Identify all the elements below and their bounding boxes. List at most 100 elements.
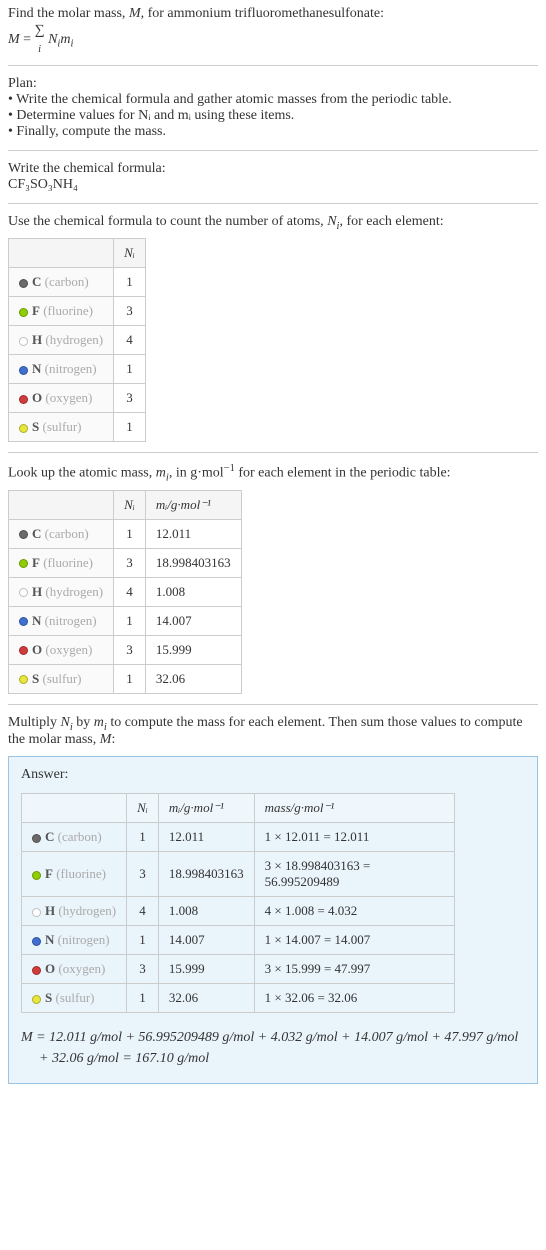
m-cell: 32.06 bbox=[145, 664, 241, 693]
element-cell: F (fluorine) bbox=[22, 852, 127, 897]
count-title: Use the chemical formula to count the nu… bbox=[8, 214, 538, 232]
table-row: F (fluorine)318.9984031633 × 18.99840316… bbox=[22, 852, 455, 897]
eq-equals: = bbox=[23, 32, 34, 47]
element-cell: O (oxygen) bbox=[22, 955, 127, 984]
intro-prefix: Find the molar mass, bbox=[8, 6, 129, 21]
plan-list: Write the chemical formula and gather at… bbox=[8, 92, 538, 140]
table-row: C (carbon)112.0111 × 12.011 = 12.011 bbox=[22, 823, 455, 852]
lookup-section: Look up the atomic mass, mi, in g·mol−1 … bbox=[8, 463, 538, 693]
n-cell: 3 bbox=[114, 635, 146, 664]
table-row: H (hydrogen)41.008 bbox=[9, 577, 242, 606]
n-cell: 1 bbox=[127, 823, 159, 852]
count-table: Nᵢ C (carbon)1F (fluorine)3H (hydrogen)4… bbox=[8, 238, 146, 442]
n-cell: 1 bbox=[114, 519, 146, 548]
divider bbox=[8, 150, 538, 151]
mult-prefix: Multiply bbox=[8, 715, 61, 730]
n-cell: 3 bbox=[114, 297, 146, 326]
mult-m: m bbox=[94, 715, 104, 730]
mult-colon: : bbox=[111, 732, 115, 747]
table-row: O (oxygen)315.9993 × 15.999 = 47.997 bbox=[22, 955, 455, 984]
header-ni: Nᵢ bbox=[114, 239, 146, 268]
formula-title: Write the chemical formula: bbox=[8, 161, 538, 177]
plan-title: Plan: bbox=[8, 76, 538, 92]
element-cell: F (fluorine) bbox=[9, 548, 114, 577]
table-row: N (nitrogen)114.0071 × 14.007 = 14.007 bbox=[22, 926, 455, 955]
count-var: N bbox=[327, 214, 336, 229]
header-mass: mass/g·mol⁻¹ bbox=[254, 794, 454, 823]
element-cell: H (hydrogen) bbox=[9, 577, 114, 606]
table-row: C (carbon)112.011 bbox=[9, 519, 242, 548]
formula-section: Write the chemical formula: CF₃SO₃NH₄ bbox=[8, 161, 538, 193]
n-cell: 4 bbox=[127, 897, 159, 926]
sum-equation: M = ∑ i Nimi bbox=[8, 24, 538, 55]
divider bbox=[8, 704, 538, 705]
count-title-prefix: Use the chemical formula to count the nu… bbox=[8, 214, 327, 229]
element-cell: N (nitrogen) bbox=[9, 355, 114, 384]
n-cell: 1 bbox=[114, 413, 146, 442]
element-cell: F (fluorine) bbox=[9, 297, 114, 326]
answer-label: Answer: bbox=[21, 767, 525, 783]
table-row: S (sulfur)132.061 × 32.06 = 32.06 bbox=[22, 984, 455, 1013]
element-cell: S (sulfur) bbox=[9, 664, 114, 693]
element-cell: H (hydrogen) bbox=[22, 897, 127, 926]
n-cell: 3 bbox=[127, 852, 159, 897]
header-mi: mᵢ/g·mol⁻¹ bbox=[145, 490, 241, 519]
lookup-title: Look up the atomic mass, mi, in g·mol−1 … bbox=[8, 463, 538, 483]
m-cell: 32.06 bbox=[158, 984, 254, 1013]
element-cell: C (carbon) bbox=[22, 823, 127, 852]
mass-cell: 3 × 18.998403163 = 56.995209489 bbox=[254, 852, 454, 897]
table-row: N (nitrogen)114.007 bbox=[9, 606, 242, 635]
lookup-prefix: Look up the atomic mass, bbox=[8, 466, 156, 481]
chemical-formula: CF₃SO₃NH₄ bbox=[8, 177, 538, 193]
count-title-suffix: , for each element: bbox=[339, 214, 443, 229]
n-cell: 3 bbox=[114, 548, 146, 577]
n-cell: 1 bbox=[114, 664, 146, 693]
eq-m: m bbox=[60, 32, 70, 47]
table-row: S (sulfur)1 bbox=[9, 413, 146, 442]
element-cell: O (oxygen) bbox=[9, 635, 114, 664]
header-ni: Nᵢ bbox=[114, 490, 146, 519]
n-cell: 4 bbox=[114, 326, 146, 355]
answer-box: Answer: Nᵢ mᵢ/g·mol⁻¹ mass/g·mol⁻¹ C (ca… bbox=[8, 756, 538, 1084]
n-cell: 3 bbox=[114, 384, 146, 413]
mass-cell: 4 × 1.008 = 4.032 bbox=[254, 897, 454, 926]
table-row: C (carbon)1 bbox=[9, 268, 146, 297]
lookup-mid: , in g·mol bbox=[169, 466, 224, 481]
table-row: N (nitrogen)1 bbox=[9, 355, 146, 384]
header-ni: Nᵢ bbox=[127, 794, 159, 823]
table-row: O (oxygen)315.999 bbox=[9, 635, 242, 664]
plan-item: Write the chemical formula and gather at… bbox=[8, 92, 538, 108]
n-cell: 1 bbox=[114, 355, 146, 384]
lookup-sup: −1 bbox=[224, 463, 235, 474]
lookup-suffix: for each element in the periodic table: bbox=[235, 466, 451, 481]
mult-mvar: M bbox=[100, 732, 112, 747]
table-row: F (fluorine)3 bbox=[9, 297, 146, 326]
m-cell: 18.998403163 bbox=[145, 548, 241, 577]
intro-var: M bbox=[129, 6, 141, 21]
eq-lhs: M bbox=[8, 32, 20, 47]
plan-item: Finally, compute the mass. bbox=[8, 124, 538, 140]
element-cell: C (carbon) bbox=[9, 268, 114, 297]
eq-m-sub: i bbox=[70, 39, 73, 50]
m-cell: 14.007 bbox=[145, 606, 241, 635]
intro-suffix: , for ammonium trifluoromethanesulfonate… bbox=[141, 6, 384, 21]
table-row: H (hydrogen)41.0084 × 1.008 = 4.032 bbox=[22, 897, 455, 926]
m-cell: 15.999 bbox=[158, 955, 254, 984]
element-cell: S (sulfur) bbox=[9, 413, 114, 442]
m-cell: 12.011 bbox=[158, 823, 254, 852]
final-equation: M = 12.011 g/mol + 56.995209489 g/mol + … bbox=[21, 1027, 525, 1069]
table-row: F (fluorine)318.998403163 bbox=[9, 548, 242, 577]
mass-cell: 1 × 12.011 = 12.011 bbox=[254, 823, 454, 852]
mass-cell: 1 × 14.007 = 14.007 bbox=[254, 926, 454, 955]
multiply-section: Multiply Ni by mi to compute the mass fo… bbox=[8, 715, 538, 749]
n-cell: 1 bbox=[127, 984, 159, 1013]
table-row: S (sulfur)132.06 bbox=[9, 664, 242, 693]
element-cell: N (nitrogen) bbox=[22, 926, 127, 955]
element-cell: C (carbon) bbox=[9, 519, 114, 548]
lookup-var: m bbox=[156, 466, 166, 481]
mult-by: by bbox=[73, 715, 94, 730]
m-cell: 14.007 bbox=[158, 926, 254, 955]
n-cell: 1 bbox=[127, 926, 159, 955]
n-cell: 1 bbox=[114, 606, 146, 635]
header-mi: mᵢ/g·mol⁻¹ bbox=[158, 794, 254, 823]
